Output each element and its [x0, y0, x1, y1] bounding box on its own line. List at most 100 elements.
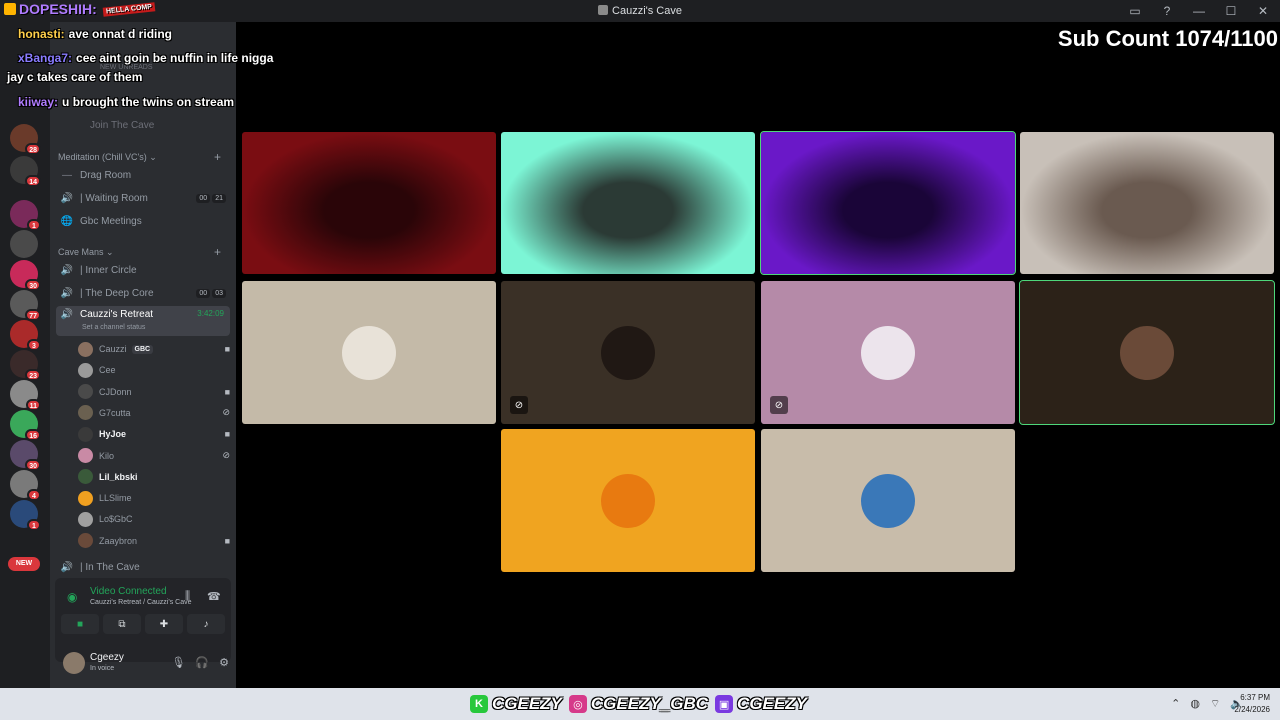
unread-badge: 28	[25, 143, 41, 155]
screenshare-button[interactable]: ⧉	[103, 614, 141, 634]
voice-member[interactable]: HyJoe ■	[78, 424, 230, 444]
server-icon[interactable]: 23	[10, 350, 41, 381]
close-icon[interactable]: ✕	[1254, 2, 1272, 20]
voice-channel[interactable]: — Drag Room	[56, 165, 230, 185]
soundboard-icon: ♪	[203, 618, 209, 630]
server-icon[interactable]: 30	[10, 260, 41, 291]
avatar[interactable]	[78, 490, 93, 506]
voice-channel[interactable]: 🌐 Gbc Meetings	[56, 211, 230, 231]
avatar[interactable]	[78, 384, 93, 400]
server-icon[interactable]: 16	[10, 410, 41, 441]
speaker-icon: 🔊	[60, 561, 74, 573]
settings-icon[interactable]: ⚙	[219, 656, 229, 669]
avatar[interactable]	[63, 652, 85, 674]
avatar[interactable]	[78, 426, 93, 442]
maximize-icon[interactable]: ☐	[1222, 2, 1240, 20]
speaker-icon: 🔊	[60, 264, 74, 276]
user-avatar	[601, 325, 655, 380]
voice-member[interactable]: Cauzzi GBC ■	[78, 339, 230, 359]
avatar[interactable]	[78, 448, 93, 463]
voice-location[interactable]: Cauzzi's Retreat / Cauzzi's Cave	[90, 599, 192, 606]
screenshare-icon: ⧉	[118, 618, 126, 630]
voice-member[interactable]: G7cutta ⊘	[78, 403, 230, 423]
voice-channel[interactable]: 🔊 | Inner Circle	[56, 260, 230, 280]
chevron-up-icon[interactable]: ⌃	[1171, 697, 1180, 711]
crown-icon	[4, 3, 16, 15]
server-icon[interactable]: 28	[10, 124, 41, 155]
activities-button[interactable]: ✚	[145, 614, 183, 634]
chat-text: ave onnat d riding	[68, 27, 173, 41]
channel-name: Gbc Meetings	[80, 215, 142, 227]
avatar-tile[interactable]	[501, 429, 755, 572]
avatar[interactable]	[78, 341, 93, 357]
server-icon[interactable]: 77	[10, 290, 41, 321]
guild-tag: GBC	[131, 344, 154, 354]
user-panel: Cgeezy In voice 🎙 🎧 ⚙	[55, 644, 231, 680]
avatar[interactable]	[78, 511, 93, 527]
soundboard-button[interactable]: ♪	[187, 614, 225, 634]
chat-message: xBanga7: cee aint goin be nuffin in life …	[18, 51, 273, 65]
kick-icon: K	[470, 695, 488, 713]
voice-channel[interactable]: 🔊 | Waiting Room 00 21	[56, 188, 230, 208]
category-cave-mans[interactable]: Cave Mans ⌄ +	[58, 245, 221, 259]
avatar-tile[interactable]	[242, 281, 496, 424]
avatar-tile[interactable]: ⊘	[761, 281, 1015, 424]
chat-text: jay c takes care of them	[7, 70, 143, 84]
headphones-icon[interactable]: 🎧	[195, 656, 209, 669]
server-icon[interactable]: 1	[10, 200, 41, 231]
help-icon[interactable]: ?	[1158, 2, 1176, 20]
avatar[interactable]	[78, 469, 93, 485]
voice-member[interactable]: LLSlime	[78, 488, 230, 508]
video-tile[interactable]	[760, 131, 1016, 275]
voice-member[interactable]: Lo$GbC	[78, 509, 230, 529]
inbox-icon[interactable]: ▭	[1126, 2, 1144, 20]
network-icon[interactable]: ◍	[1190, 697, 1200, 711]
avatar[interactable]	[78, 405, 93, 421]
voice-channel[interactable]: 🔊 | The Deep Core 00 03	[56, 283, 230, 303]
voice-member[interactable]: CJDonn ■	[78, 382, 230, 402]
disconnect-icon[interactable]: ☎	[207, 590, 221, 603]
microphone-icon[interactable]: 🎙	[171, 656, 185, 669]
voice-member[interactable]: Lil_kbski	[78, 467, 230, 487]
voice-member[interactable]: Cee	[78, 360, 230, 380]
video-tile[interactable]	[501, 132, 755, 274]
chat-username: honasti:	[18, 27, 65, 41]
voice-member[interactable]: Zaaybron ■	[78, 531, 230, 551]
server-icon[interactable]: 1	[10, 500, 41, 531]
voice-member[interactable]: Kilo ⊘	[78, 446, 230, 466]
avatar-tile[interactable]	[761, 429, 1015, 572]
noise-suppression-icon[interactable]: ⫼	[185, 590, 190, 603]
muted-icon: ⊘	[510, 396, 528, 414]
voice-status[interactable]: Video Connected	[90, 586, 167, 597]
server-icon[interactable]	[10, 230, 38, 258]
avatar[interactable]	[78, 362, 93, 378]
add-channel-icon[interactable]: +	[214, 150, 221, 164]
server-icon[interactable]: 11	[10, 380, 41, 411]
add-channel-icon[interactable]: +	[214, 245, 221, 259]
avatar-tile[interactable]	[1019, 280, 1275, 425]
server-icon[interactable]: 4	[10, 470, 41, 501]
server-icon[interactable]: 30	[10, 440, 41, 471]
server-icon[interactable]: 14	[10, 156, 41, 187]
wifi-icon[interactable]: ⌔	[1210, 697, 1220, 711]
member-name: CJDonn	[99, 386, 132, 397]
channel-status[interactable]: Set a channel status	[82, 324, 145, 331]
video-tile[interactable]	[242, 132, 496, 274]
avatar-tile[interactable]: ⊘	[501, 281, 755, 424]
speaker-icon: 🔊	[60, 287, 74, 299]
avatar[interactable]	[78, 533, 93, 549]
member-name: G7cutta	[99, 407, 131, 418]
server-icon	[598, 5, 609, 15]
minimize-icon[interactable]: —	[1190, 2, 1208, 20]
muted-icon: ⊘	[770, 396, 788, 414]
member-name: Lil_kbski	[99, 471, 138, 482]
clock[interactable]: 6:37 PM 2/24/2026	[1234, 692, 1270, 716]
video-tile[interactable]	[1020, 132, 1274, 274]
social-handle: CGEEZY	[492, 694, 562, 713]
camera-button[interactable]: ■	[61, 614, 99, 634]
username[interactable]: Cgeezy	[90, 652, 124, 663]
category-meditation[interactable]: Meditation (Chill VC's) ⌄ +	[58, 150, 221, 164]
server-icon[interactable]: 3	[10, 320, 41, 351]
channel-cauzzis-retreat[interactable]: 🔊 Cauzzi's Retreat 3:42:09 Set a channel…	[56, 306, 230, 336]
channel-in-the-cave[interactable]: 🔊 | In The Cave	[56, 557, 230, 577]
